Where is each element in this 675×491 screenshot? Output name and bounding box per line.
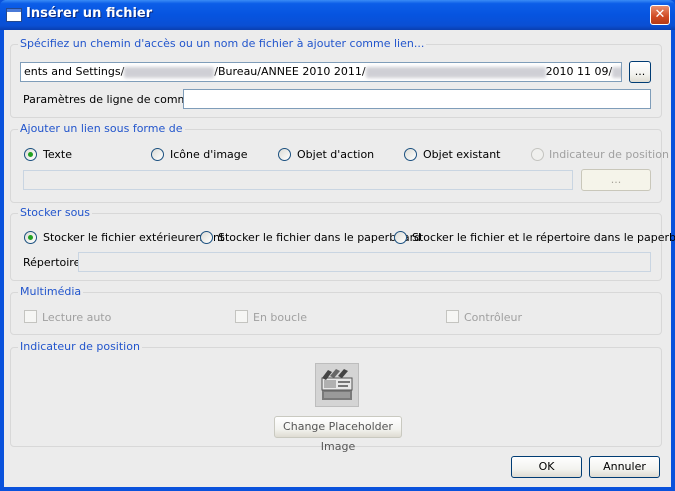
link-path-group-title: Spécifiez un chemin d'accès ou un nom de… — [18, 37, 427, 50]
radio-store-external[interactable] — [24, 231, 37, 244]
radio-store-paperboard-label: Stocker le fichier dans le paperboard — [218, 231, 421, 244]
window-icon — [6, 8, 22, 22]
radio-indicateur-position[interactable] — [531, 148, 544, 161]
radio-store-file-and-dir-label: Stocker le fichier et le répertoire dans… — [412, 231, 675, 244]
cancel-button[interactable]: Annuler — [589, 456, 660, 478]
checkbox-lecture-auto[interactable] — [24, 310, 37, 323]
redacted-text — [365, 66, 546, 78]
directory-label: Répertoire — [23, 256, 81, 269]
placeholder-clapper-icon — [321, 369, 353, 400]
cmd-params-input[interactable] — [183, 89, 651, 109]
dialog-window: Insérer un fichier ✕ Spécifiez un chemin… — [0, 0, 675, 491]
radio-texte[interactable] — [24, 148, 37, 161]
ok-button[interactable]: OK — [511, 456, 582, 478]
file-path-input[interactable]: ents and Settings//Bureau/ANNEE 2010 201… — [20, 62, 622, 82]
checkbox-lecture-auto-label: Lecture auto — [42, 311, 112, 324]
multimedia-group-title: Multimédia — [18, 285, 84, 298]
change-placeholder-image-button[interactable]: Change Placeholder Image — [274, 416, 402, 453]
redacted-text — [612, 66, 621, 78]
radio-objet-action[interactable] — [278, 148, 291, 161]
dialog-body: Spécifiez un chemin d'accès ou un nom de… — [4, 30, 675, 487]
add-link-group-title: Ajouter un lien sous forme de — [18, 122, 185, 135]
radio-store-paperboard[interactable] — [200, 231, 213, 244]
radio-objet-action-label: Objet d'action — [297, 148, 375, 161]
radio-store-file-and-dir[interactable] — [394, 231, 407, 244]
radio-icone-image[interactable] — [151, 148, 164, 161]
directory-input[interactable] — [78, 252, 651, 272]
add-link-group: Ajouter un lien sous forme de — [10, 123, 662, 203]
radio-texte-label: Texte — [43, 148, 73, 161]
radio-indicateur-position-label: Indicateur de position — [549, 148, 669, 161]
radio-objet-existant[interactable] — [404, 148, 417, 161]
checkbox-controleur-label: Contrôleur — [464, 311, 523, 324]
browse-file-button[interactable]: ... — [629, 61, 651, 83]
redacted-text — [124, 66, 215, 78]
checkbox-en-boucle-label: En boucle — [253, 311, 307, 324]
radio-store-external-label: Stocker le fichier extérieurement — [43, 231, 225, 244]
radio-objet-existant-label: Objet existant — [423, 148, 501, 161]
checkbox-controleur[interactable] — [446, 310, 459, 323]
link-object-field[interactable] — [23, 170, 573, 190]
placeholder-group-title: Indicateur de position — [18, 340, 142, 353]
store-group-title: Stocker sous — [18, 206, 93, 219]
close-button[interactable]: ✕ — [650, 5, 670, 25]
placeholder-image — [315, 363, 359, 407]
link-object-browse-button[interactable]: ... — [581, 169, 651, 191]
window-title: Insérer un fichier — [26, 6, 153, 21]
checkbox-en-boucle[interactable] — [235, 310, 248, 323]
title-bar[interactable]: Insérer un fichier ✕ — [0, 0, 675, 30]
radio-icone-image-label: Icône d'image — [170, 148, 248, 161]
